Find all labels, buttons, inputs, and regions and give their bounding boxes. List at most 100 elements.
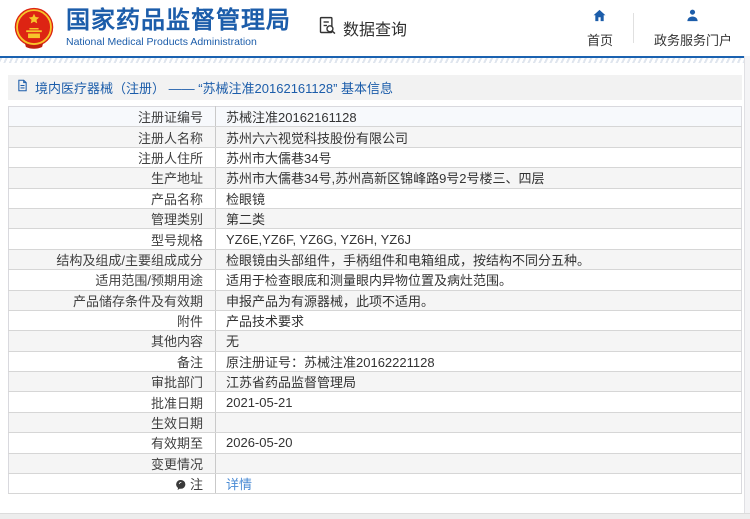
row-label-text: 有效期至 bbox=[150, 436, 203, 452]
row-label-text: 注册人名称 bbox=[137, 130, 203, 146]
table-row: 变更情况 bbox=[8, 453, 742, 475]
row-label: 产品名称 bbox=[8, 188, 216, 209]
table-row: 产品储存条件及有效期 申报产品为有源器械，此项不适用。 bbox=[8, 290, 742, 311]
table-row: 注册人住所 苏州市大儒巷34号 bbox=[8, 147, 742, 169]
row-value: 原注册证号：苏械注准20162221128 bbox=[215, 351, 742, 373]
nav-portal[interactable]: 政务服务门户 bbox=[654, 8, 732, 49]
registration-info-table: 注册证编号 苏械注准20162161128 注册人名称 苏州六六视觉科技股份有限公司注… bbox=[8, 106, 742, 495]
row-label-text: 适用范围/预期用途 bbox=[95, 273, 203, 289]
row-value bbox=[215, 412, 742, 434]
nav-home[interactable]: 首页 bbox=[587, 8, 613, 49]
row-label-text: 备注 bbox=[176, 354, 203, 370]
document-search-icon bbox=[317, 15, 338, 41]
row-value-text: 江苏省药品监督管理局 bbox=[226, 375, 357, 391]
row-label-text: 管理类别 bbox=[150, 212, 203, 228]
row-label: 注册证编号 bbox=[8, 106, 216, 128]
row-value-text: 申报产品为有源器械，此项不适用。 bbox=[226, 293, 435, 309]
row-value: 产品技术要求 bbox=[215, 310, 742, 332]
row-label: 生产地址 bbox=[8, 167, 216, 189]
table-row: 审批部门 江苏省药品监督管理局 bbox=[8, 371, 742, 393]
row-label-text: 产品储存条件及有效期 bbox=[72, 293, 203, 309]
row-value-text: 原注册证号：苏械注准20162221128 bbox=[226, 354, 435, 370]
row-label-text: 注册人住所 bbox=[137, 150, 203, 166]
row-label-text: 批准日期 bbox=[150, 395, 203, 411]
row-label: 适用范围/预期用途 bbox=[8, 269, 216, 291]
nav-home-label: 首页 bbox=[586, 32, 613, 48]
row-label: 备注 bbox=[8, 351, 216, 373]
table-row: 产品名称 检眼镜 bbox=[8, 188, 742, 209]
row-value: YZ6E,YZ6F, YZ6G, YZ6H, YZ6J bbox=[215, 228, 742, 250]
document-icon bbox=[16, 79, 29, 97]
row-label-text: 生效日期 bbox=[150, 416, 203, 432]
nav-divider bbox=[632, 13, 634, 43]
row-value: 检眼镜由头部组件，手柄组件和电箱组成，按结构不同分五种。 bbox=[215, 249, 742, 271]
detail-link[interactable]: 详情 bbox=[226, 477, 252, 492]
row-label: 型号规格 bbox=[8, 228, 216, 250]
row-label: 产品储存条件及有效期 bbox=[8, 290, 216, 311]
nav-portal-label: 政务服务门户 bbox=[653, 32, 732, 48]
nav-data-query-label: 数据查询 bbox=[343, 22, 408, 39]
row-value-text: 苏州市大儒巷34号 bbox=[226, 150, 332, 166]
row-value-text: 2026-05-20 bbox=[226, 435, 293, 451]
row-value: 苏州市大儒巷34号 bbox=[215, 147, 742, 169]
row-value-text: 苏州六六视觉科技股份有限公司 bbox=[226, 130, 409, 146]
org-title-block: 国家药品监督管理局 National Medical Products Admi… bbox=[66, 7, 291, 49]
row-label-text: 生产地址 bbox=[150, 171, 203, 187]
row-label: 有效期至 bbox=[8, 432, 216, 454]
row-value: 适用于检查眼底和测量眼内异物位置及病灶范围。 bbox=[215, 269, 742, 291]
table-row: 生效日期 bbox=[8, 412, 742, 434]
row-value: 苏州市大儒巷34号,苏州高新区锦峰路9号2号楼三、四层 bbox=[215, 167, 742, 189]
row-value-text: 产品技术要求 bbox=[226, 314, 305, 330]
note-balloon-icon bbox=[175, 479, 187, 491]
row-label-text: 注 bbox=[189, 477, 203, 493]
row-value: 详情 bbox=[215, 473, 742, 495]
row-value: 第二类 bbox=[215, 208, 742, 230]
national-emblem-logo[interactable] bbox=[12, 6, 56, 50]
row-label: 结构及组成/主要组成成分 bbox=[8, 249, 216, 271]
page-title: 境内医疗器械（注册） —— “苏械注准20162161128” 基本信息 bbox=[35, 81, 394, 96]
site-header: 国家药品监督管理局 National Medical Products Admi… bbox=[0, 0, 750, 56]
row-value-text: 检眼镜 bbox=[226, 191, 266, 207]
row-label-text: 附件 bbox=[176, 314, 203, 330]
table-row: 型号规格 YZ6E,YZ6F, YZ6G, YZ6H, YZ6J bbox=[8, 228, 742, 250]
row-value: 无 bbox=[215, 330, 742, 352]
org-name-cn: 国家药品监督管理局 bbox=[66, 7, 291, 34]
person-icon bbox=[685, 8, 700, 28]
row-label: 管理类别 bbox=[8, 208, 216, 230]
row-label: 审批部门 bbox=[8, 371, 216, 393]
footer-band bbox=[0, 513, 750, 519]
row-label-text: 型号规格 bbox=[150, 232, 203, 248]
row-label: 其他内容 bbox=[8, 330, 216, 352]
table-row: 管理类别 第二类 bbox=[8, 208, 742, 230]
table-row: 有效期至 2026-05-20 bbox=[8, 432, 742, 454]
row-value-text: 苏械注准20162161128 bbox=[226, 110, 357, 126]
hatch-band bbox=[0, 58, 750, 63]
scrollbar[interactable] bbox=[744, 56, 750, 513]
page: 国家药品监督管理局 National Medical Products Admi… bbox=[0, 0, 750, 519]
page-title-bar: 境内医疗器械（注册） —— “苏械注准20162161128” 基本信息 bbox=[8, 75, 742, 100]
row-value: 江苏省药品监督管理局 bbox=[215, 371, 742, 393]
row-value: 苏州六六视觉科技股份有限公司 bbox=[215, 126, 742, 148]
row-label-text: 产品名称 bbox=[150, 191, 203, 207]
row-label-text: 变更情况 bbox=[150, 456, 203, 472]
table-row: 注 详情 bbox=[8, 473, 742, 495]
row-value-text: 苏州市大儒巷34号,苏州高新区锦峰路9号2号楼三、四层 bbox=[226, 171, 545, 187]
table-row: 备注 原注册证号：苏械注准20162221128 bbox=[8, 351, 742, 373]
row-value: 2026-05-20 bbox=[215, 432, 742, 454]
row-label-text: 其他内容 bbox=[150, 334, 203, 350]
row-label-text: 审批部门 bbox=[150, 375, 203, 391]
row-value-text: 检眼镜由头部组件，手柄组件和电箱组成，按结构不同分五种。 bbox=[226, 252, 591, 268]
table-row: 结构及组成/主要组成成分 检眼镜由头部组件，手柄组件和电箱组成，按结构不同分五种。 bbox=[8, 249, 742, 271]
home-icon bbox=[592, 8, 607, 28]
table-row: 批准日期 2021-05-21 bbox=[8, 391, 742, 413]
row-label: 变更情况 bbox=[8, 453, 216, 475]
row-value-text: YZ6E,YZ6F, YZ6G, YZ6H, YZ6J bbox=[226, 231, 411, 247]
row-value: 检眼镜 bbox=[215, 188, 742, 209]
row-value: 2021-05-21 bbox=[215, 391, 742, 413]
table-row: 适用范围/预期用途 适用于检查眼底和测量眼内异物位置及病灶范围。 bbox=[8, 269, 742, 291]
row-label: 注册人名称 bbox=[8, 126, 216, 148]
row-label: 生效日期 bbox=[8, 412, 216, 434]
nav-data-query[interactable]: 数据查询 bbox=[317, 15, 407, 41]
row-value: 申报产品为有源器械，此项不适用。 bbox=[215, 290, 742, 311]
row-label-text: 结构及组成/主要组成成分 bbox=[56, 252, 203, 268]
